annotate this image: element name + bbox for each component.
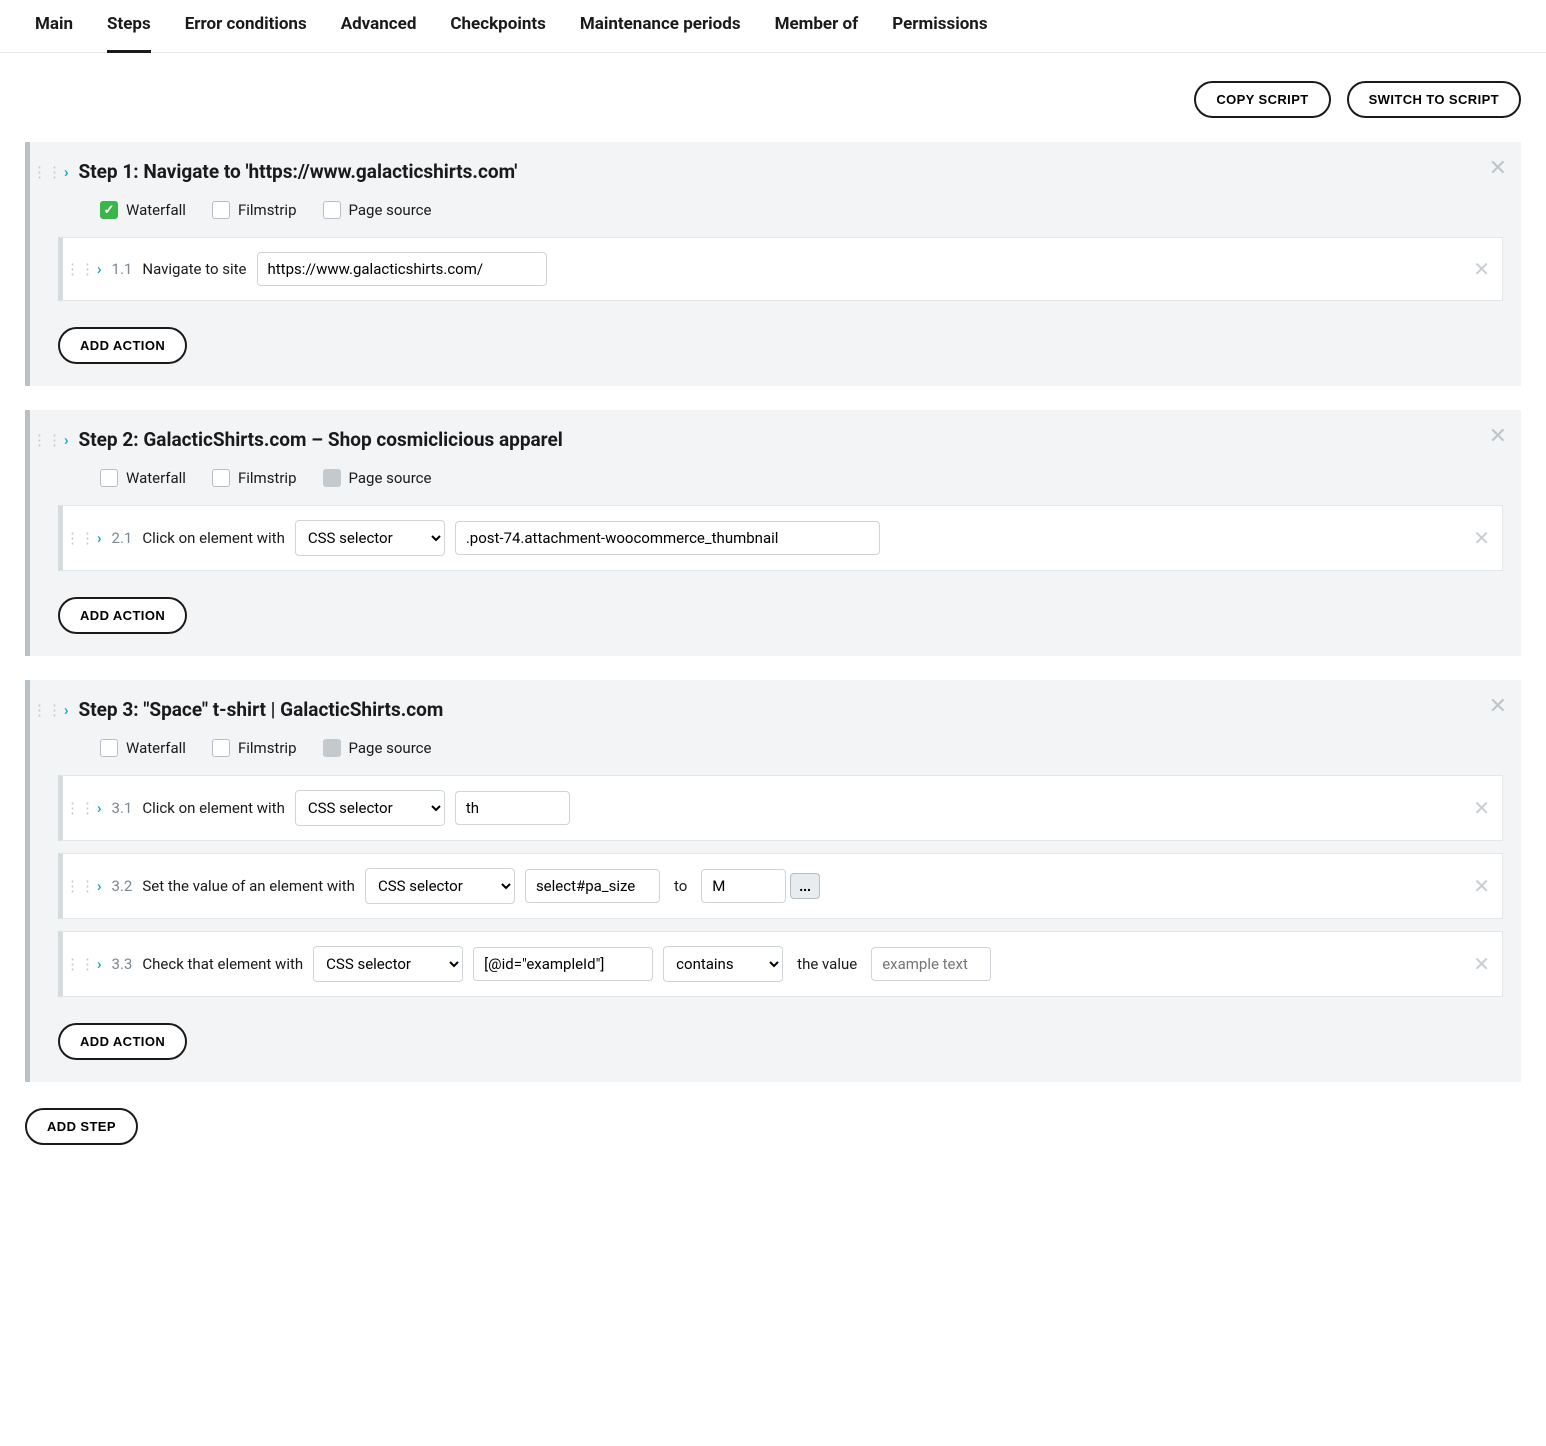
selector-type-select[interactable]: CSS selector [313, 946, 463, 982]
chevron-right-icon[interactable]: › [64, 701, 69, 719]
action-number: 3.2 [112, 877, 133, 895]
add-action-button[interactable]: ADD ACTION [58, 327, 187, 364]
copy-script-button[interactable]: COPY SCRIPT [1194, 81, 1330, 118]
selector-type-select[interactable]: CSS selector [295, 790, 445, 826]
chevron-right-icon[interactable]: › [97, 877, 102, 895]
tab-member-of[interactable]: Member of [775, 14, 859, 53]
tab-maintenance[interactable]: Maintenance periods [580, 14, 741, 53]
selector-type-select[interactable]: CSS selector [295, 520, 445, 556]
checkbox-page-source[interactable]: Page source [323, 739, 432, 757]
checkbox-filmstrip[interactable]: Filmstrip [212, 739, 297, 757]
action-label: Check that element with [142, 955, 303, 973]
step-3: ✕ ⋮⋮ › Step 3: "Space" t-shirt | Galacti… [25, 680, 1521, 1082]
selector-input[interactable] [473, 947, 653, 981]
navigate-url-input[interactable] [257, 252, 547, 286]
checkbox-label: Page source [349, 201, 432, 219]
tab-bar: Main Steps Error conditions Advanced Che… [0, 0, 1546, 53]
add-action-button[interactable]: ADD ACTION [58, 597, 187, 634]
expected-value-input[interactable] [871, 947, 991, 981]
drag-handle-icon[interactable]: ⋮⋮ [40, 701, 54, 719]
checkbox-label: Waterfall [126, 201, 186, 219]
checkbox-waterfall[interactable]: ✓Waterfall [100, 201, 186, 219]
action-label: Navigate to site [142, 260, 246, 278]
action-number: 1.1 [112, 260, 133, 278]
drag-handle-icon[interactable]: ⋮⋮ [73, 529, 87, 547]
checkbox-waterfall[interactable]: Waterfall [100, 469, 186, 487]
checkbox-page-source[interactable]: Page source [323, 201, 432, 219]
tab-main[interactable]: Main [35, 14, 73, 53]
drag-handle-icon[interactable]: ⋮⋮ [40, 431, 54, 449]
tab-steps[interactable]: Steps [107, 14, 151, 53]
drag-handle-icon[interactable]: ⋮⋮ [73, 877, 87, 895]
checkbox-label: Waterfall [126, 739, 186, 757]
selector-input[interactable] [455, 521, 880, 555]
checkbox-page-source[interactable]: Page source [323, 469, 432, 487]
close-icon[interactable]: ✕ [1473, 954, 1490, 974]
step-2: ✕ ⋮⋮ › Step 2: GalacticShirts.com – Shop… [25, 410, 1521, 656]
action-number: 3.3 [112, 955, 133, 973]
add-step-button[interactable]: ADD STEP [25, 1108, 138, 1145]
the-value-label: the value [797, 955, 857, 973]
selector-input[interactable] [525, 869, 660, 903]
checkbox-label: Filmstrip [238, 739, 297, 757]
step-title: Step 3: "Space" t-shirt | GalacticShirts… [79, 698, 444, 721]
step-title: Step 1: Navigate to 'https://www.galacti… [79, 160, 518, 183]
switch-to-script-button[interactable]: SWITCH TO SCRIPT [1347, 81, 1521, 118]
drag-handle-icon[interactable]: ⋮⋮ [40, 163, 54, 181]
drag-handle-icon[interactable]: ⋮⋮ [73, 955, 87, 973]
action-number: 3.1 [112, 799, 133, 817]
action-label: Click on element with [142, 799, 284, 817]
checkbox-filmstrip[interactable]: Filmstrip [212, 469, 297, 487]
action-row: ⋮⋮ › 2.1 Click on element with CSS selec… [58, 505, 1503, 571]
action-label: Set the value of an element with [142, 877, 355, 895]
operator-select[interactable]: contains [663, 946, 783, 982]
selector-input[interactable] [455, 791, 570, 825]
tab-advanced[interactable]: Advanced [341, 14, 417, 53]
chevron-right-icon[interactable]: › [97, 260, 102, 278]
close-icon[interactable]: ✕ [1473, 528, 1490, 548]
selector-type-select[interactable]: CSS selector [365, 868, 515, 904]
action-row: ⋮⋮ › 1.1 Navigate to site ✕ [58, 237, 1503, 301]
action-row: ⋮⋮ › 3.2 Set the value of an element wit… [58, 853, 1503, 919]
drag-handle-icon[interactable]: ⋮⋮ [73, 260, 87, 278]
top-actions: COPY SCRIPT SWITCH TO SCRIPT [25, 53, 1521, 118]
chevron-right-icon[interactable]: › [97, 799, 102, 817]
checkbox-waterfall[interactable]: Waterfall [100, 739, 186, 757]
close-icon[interactable]: ✕ [1489, 426, 1507, 448]
to-label: to [674, 877, 687, 895]
action-row: ⋮⋮ › 3.3 Check that element with CSS sel… [58, 931, 1503, 997]
checkbox-filmstrip[interactable]: Filmstrip [212, 201, 297, 219]
tab-permissions[interactable]: Permissions [892, 14, 987, 53]
drag-handle-icon[interactable]: ⋮⋮ [73, 799, 87, 817]
tab-checkpoints[interactable]: Checkpoints [450, 14, 545, 53]
more-button[interactable]: ... [790, 873, 820, 899]
chevron-right-icon[interactable]: › [97, 955, 102, 973]
close-icon[interactable]: ✕ [1473, 798, 1490, 818]
chevron-right-icon[interactable]: › [64, 163, 69, 181]
add-action-button[interactable]: ADD ACTION [58, 1023, 187, 1060]
value-input[interactable] [701, 869, 786, 903]
action-number: 2.1 [112, 529, 133, 547]
close-icon[interactable]: ✕ [1489, 158, 1507, 180]
checkbox-label: Filmstrip [238, 469, 297, 487]
tab-error-conditions[interactable]: Error conditions [185, 14, 307, 53]
checkbox-label: Filmstrip [238, 201, 297, 219]
close-icon[interactable]: ✕ [1473, 876, 1490, 896]
close-icon[interactable]: ✕ [1489, 696, 1507, 718]
step-1: ✕ ⋮⋮ › Step 1: Navigate to 'https://www.… [25, 142, 1521, 386]
checkbox-label: Page source [349, 739, 432, 757]
close-icon[interactable]: ✕ [1473, 259, 1490, 279]
chevron-right-icon[interactable]: › [64, 431, 69, 449]
step-title: Step 2: GalacticShirts.com – Shop cosmic… [79, 428, 563, 451]
action-row: ⋮⋮ › 3.1 Click on element with CSS selec… [58, 775, 1503, 841]
chevron-right-icon[interactable]: › [97, 529, 102, 547]
checkbox-label: Waterfall [126, 469, 186, 487]
checkbox-label: Page source [349, 469, 432, 487]
action-label: Click on element with [142, 529, 284, 547]
